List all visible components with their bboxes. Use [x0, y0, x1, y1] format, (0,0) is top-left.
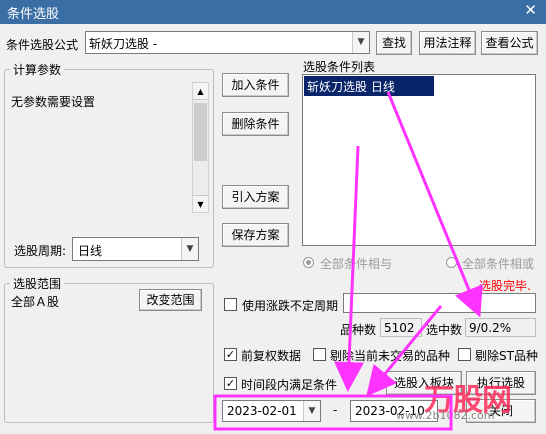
time-range-label: 时间段内满足条件 [241, 378, 338, 392]
variety-value: 5102 [384, 321, 415, 335]
change-range-button[interactable]: 改变范围 [139, 289, 202, 311]
save-plan-button[interactable]: 保存方案 [222, 223, 289, 247]
pre-adjust-checkbox[interactable]: ✓ [224, 348, 237, 361]
chevron-down-icon[interactable]: ▼ [352, 32, 369, 53]
conditions-list[interactable]: 斩妖刀选股 日线 [302, 74, 536, 246]
variable-period-checkbox[interactable] [224, 298, 237, 311]
scroll-down-icon[interactable]: ▼ [193, 195, 208, 212]
selected-box: 9/0.2% [465, 318, 536, 337]
params-scrollbar[interactable]: ▲ ▼ [192, 82, 209, 213]
scroll-thumb[interactable] [194, 103, 207, 161]
variable-period-input[interactable] [343, 293, 536, 313]
period-select[interactable]: 日线 ▼ [72, 237, 199, 261]
radio-and[interactable] [303, 257, 314, 268]
formula-value: 斩妖刀选股 - [89, 37, 158, 51]
close-icon[interactable]: ✕ [524, 1, 537, 19]
period-label: 选股周期: [14, 244, 67, 258]
pre-adjust-label: 前复权数据 [241, 349, 302, 363]
window-title: 条件选股 [7, 7, 60, 22]
delete-condition-button[interactable]: 删除条件 [222, 112, 289, 136]
usage-notes-button[interactable]: 用法注释 [419, 31, 476, 55]
date-dash: - [333, 403, 338, 417]
find-button[interactable]: 查找 [376, 31, 412, 55]
variable-period-label: 使用涨跌不定周期 [242, 299, 339, 313]
variety-box: 5102 [380, 318, 422, 337]
selected-value: 9/0.2% [469, 321, 512, 335]
time-range-checkbox[interactable]: ✓ [224, 377, 237, 390]
variety-label: 品种数 [340, 323, 377, 337]
status-done: 选股完毕. [479, 279, 531, 293]
list-item[interactable]: 斩妖刀选股 日线 [304, 76, 434, 96]
params-text: 无参数需要设置 [11, 95, 96, 109]
import-plan-button[interactable]: 引入方案 [222, 185, 289, 209]
start-date-picker[interactable]: 2023-02-01 ▼ [222, 400, 321, 422]
exclude-st-checkbox[interactable] [458, 348, 471, 361]
formula-label: 条件选股公式 [6, 38, 79, 52]
exclude-untraded-label: 剔除当前未交易的品种 [330, 349, 451, 363]
params-legend: 计算参数 [10, 61, 65, 78]
exclude-st-label: 剔除ST品种 [475, 349, 538, 363]
scroll-up-icon[interactable]: ▲ [193, 83, 208, 100]
conditions-legend: 选股条件列表 [303, 60, 376, 74]
formula-select[interactable]: 斩妖刀选股 - ▼ [85, 31, 370, 54]
chevron-down-icon[interactable]: ▼ [303, 401, 320, 421]
selected-label: 选中数 [426, 323, 463, 337]
radio-or[interactable] [446, 257, 457, 268]
period-value: 日线 [78, 244, 103, 258]
add-condition-button[interactable]: 加入条件 [222, 73, 289, 97]
radio-or-label: 全部条件相或 [462, 257, 535, 271]
title-bar: 条件选股 ✕ [0, 0, 546, 24]
watermark-site: www.2b1082.com [396, 409, 495, 422]
radio-and-label: 全部条件相与 [320, 257, 393, 271]
start-date-value: 2023-02-01 [227, 404, 297, 418]
range-value: 全部Ａ股 [11, 295, 60, 309]
view-formula-button[interactable]: 查看公式 [481, 31, 538, 55]
chevron-down-icon[interactable]: ▼ [181, 238, 198, 260]
range-legend: 选股范围 [10, 275, 65, 292]
exclude-untraded-checkbox[interactable] [313, 348, 326, 361]
